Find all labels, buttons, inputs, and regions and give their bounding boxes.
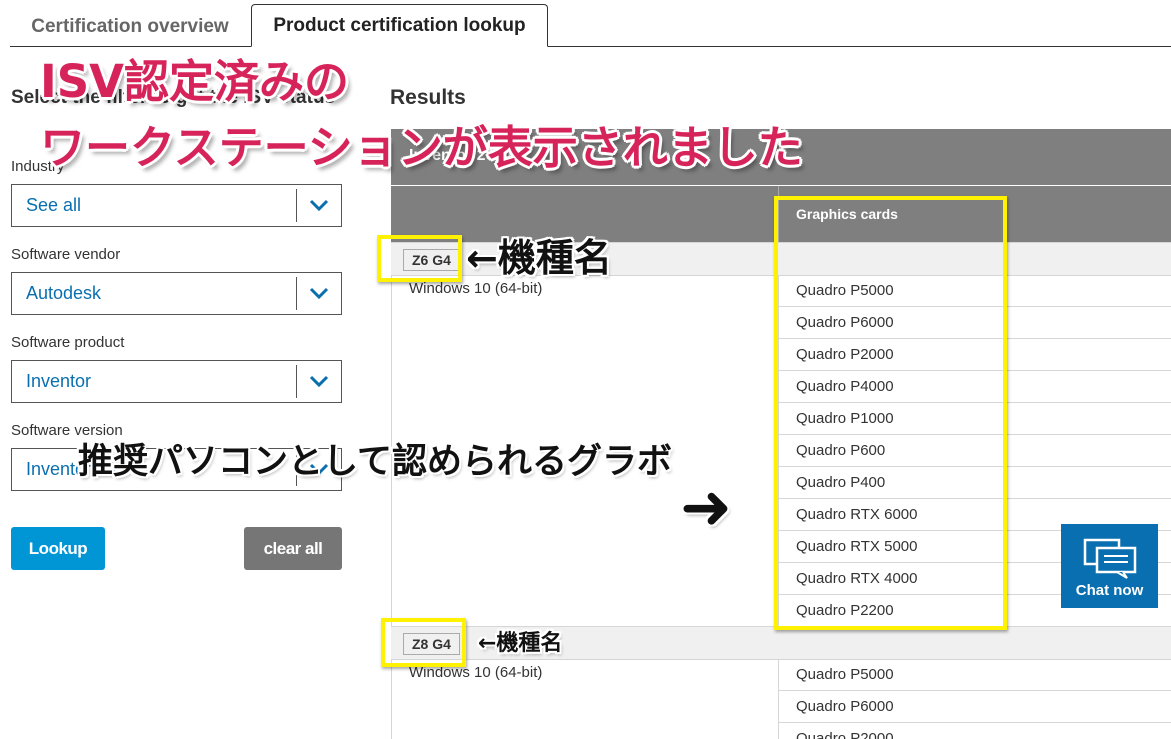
tab-baseline xyxy=(10,46,1171,47)
gpu-name: Quadro P5000 xyxy=(796,282,894,299)
table-row: Quadro P600 xyxy=(779,435,1171,467)
table-row: Quadro P2000 xyxy=(779,723,1171,739)
model-name: Z6 G4 xyxy=(403,249,460,271)
results-table-z8-g4: Windows 10 (64-bit) Quadro P5000 Quadro … xyxy=(391,659,1171,739)
chevron-down-icon xyxy=(309,199,329,212)
tab-bar: Certification overview Product certifica… xyxy=(0,0,1171,47)
gpu-name: Quadro RTX 6000 xyxy=(796,506,918,523)
select-divider xyxy=(296,189,297,222)
os-text: Windows 10 (64-bit) xyxy=(409,280,543,297)
chat-bubble-icon xyxy=(1083,538,1137,579)
software-product-select[interactable]: Inventor xyxy=(11,360,342,403)
software-product-label: Software product xyxy=(11,334,125,351)
gpu-name: Quadro P600 xyxy=(796,442,886,459)
gpu-name: Quadro RTX 5000 xyxy=(796,538,918,555)
table-row: Quadro P5000 xyxy=(779,659,1171,691)
column-divider xyxy=(778,186,779,242)
gpu-name: Quadro P2000 xyxy=(796,730,894,739)
table-row: Quadro P1000 xyxy=(779,403,1171,435)
gpu-name: Quadro P6000 xyxy=(796,314,894,331)
os-text: Windows 10 (64-bit) xyxy=(409,664,543,681)
annotation-model-label: ←機種名 xyxy=(466,236,612,280)
chevron-down-icon xyxy=(309,287,329,300)
software-vendor-select-value: Autodesk xyxy=(26,283,102,303)
tab-product-certification-lookup[interactable]: Product certification lookup xyxy=(251,4,548,47)
gpu-name: Quadro P400 xyxy=(796,474,886,491)
model-name: Z8 G4 xyxy=(403,633,460,655)
arrow-right-icon: ➜ xyxy=(680,470,732,543)
software-version-label: Software version xyxy=(11,422,123,439)
annotation-headline-line1: ISV認定済みの xyxy=(40,55,349,108)
cell-border xyxy=(391,659,392,739)
gpu-name: Quadro RTX 4000 xyxy=(796,570,918,587)
software-vendor-label: Software vendor xyxy=(11,246,121,263)
table-row: Quadro P5000 xyxy=(779,275,1171,307)
gpu-name: Quadro P5000 xyxy=(796,666,894,683)
select-divider xyxy=(296,277,297,310)
gpu-name: Quadro P2200 xyxy=(796,602,894,619)
annotation-headline-line2: ワークステーションが表示されました xyxy=(40,121,803,174)
software-vendor-select[interactable]: Autodesk xyxy=(11,272,342,315)
results-title: Results xyxy=(390,86,466,109)
table-row: Quadro P4000 xyxy=(779,371,1171,403)
industry-select-value: See all xyxy=(26,195,82,215)
table-row: Quadro P6000 xyxy=(779,307,1171,339)
annotation-gpu-note: 推奨パソコンとして認められるグラボ xyxy=(78,442,672,482)
table-row: Quadro P400 xyxy=(779,467,1171,499)
table-row: Quadro P2000 xyxy=(779,339,1171,371)
lookup-button[interactable]: Lookup xyxy=(11,527,105,570)
chevron-down-icon xyxy=(309,375,329,388)
tab-certification-overview[interactable]: Certification overview xyxy=(10,8,250,46)
gpu-name: Quadro P6000 xyxy=(796,698,894,715)
gpu-name: Quadro P4000 xyxy=(796,378,894,395)
chat-now-button[interactable]: Chat now xyxy=(1061,524,1158,608)
graphics-cards-header: Graphics cards xyxy=(796,206,898,222)
software-product-select-value: Inventor xyxy=(26,371,92,391)
table-row: Quadro P6000 xyxy=(779,691,1171,723)
select-divider xyxy=(296,365,297,398)
chat-now-label: Chat now xyxy=(1075,582,1144,599)
clear-all-button[interactable]: clear all xyxy=(244,527,342,570)
gpu-name: Quadro P2000 xyxy=(796,346,894,363)
industry-select[interactable]: See all xyxy=(11,184,342,227)
gpu-name: Quadro P1000 xyxy=(796,410,894,427)
annotation-model-label-small: ←機種名 xyxy=(478,631,563,656)
